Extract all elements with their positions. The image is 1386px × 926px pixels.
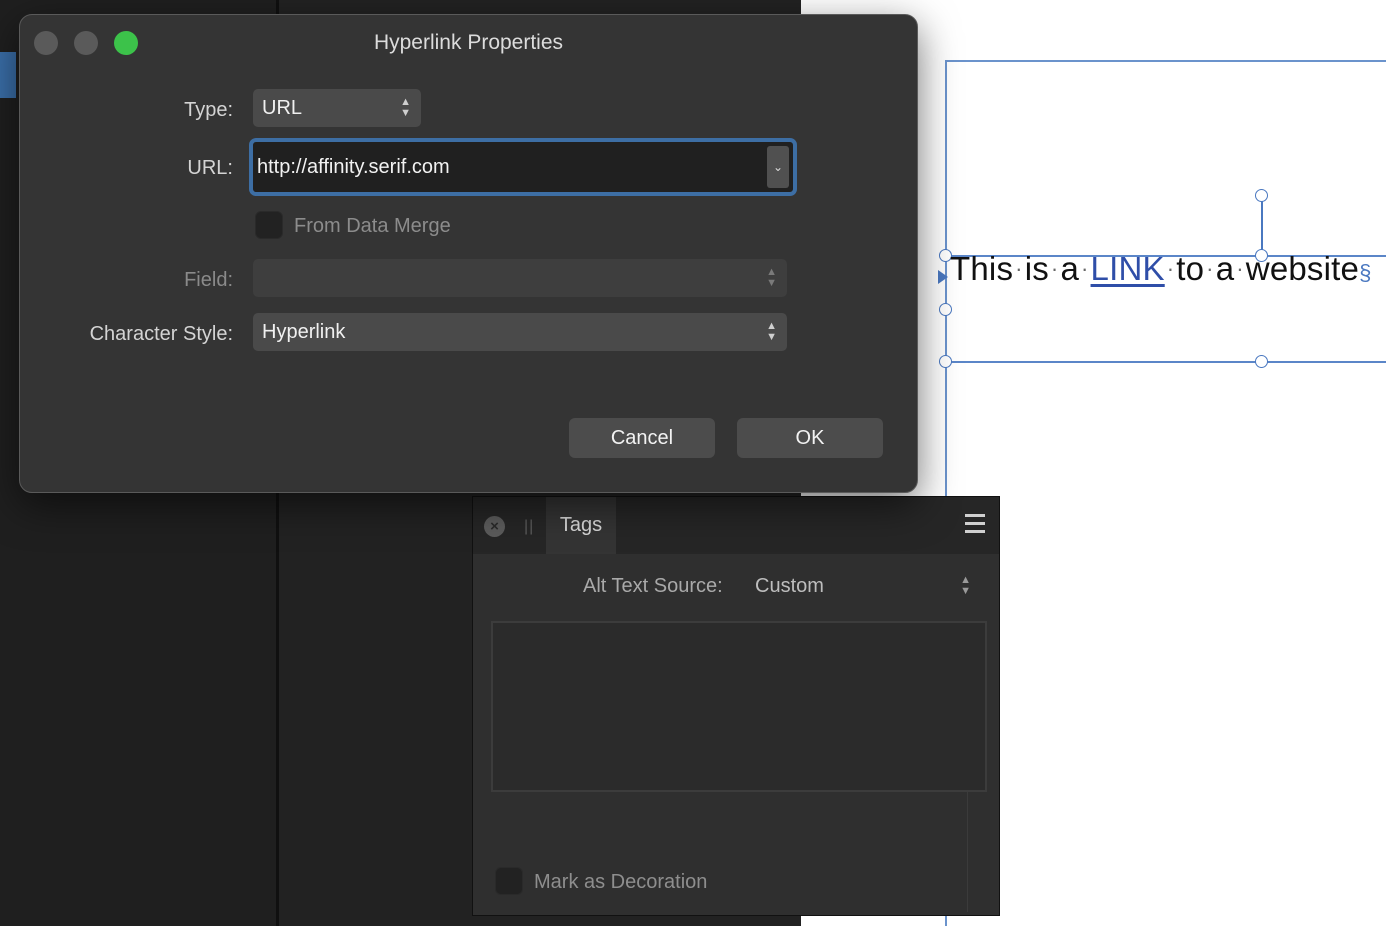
type-select[interactable]: URL ▲ ▼	[253, 89, 421, 127]
space-dot: ·	[1236, 256, 1244, 281]
tags-panel-header: × || Tags	[473, 497, 999, 554]
word: website	[1245, 250, 1360, 287]
word: a	[1215, 250, 1235, 287]
cancel-button[interactable]: Cancel	[569, 418, 715, 458]
alt-text-source-label: Alt Text Source:	[583, 575, 723, 597]
word: to	[1176, 250, 1205, 287]
updown-arrows-icon: ▲ ▼	[766, 320, 777, 343]
word: a	[1060, 250, 1080, 287]
alt-text-area[interactable]	[491, 621, 987, 792]
dialog-title: Hyperlink Properties	[373, 31, 564, 54]
ok-button[interactable]: OK	[737, 418, 883, 458]
type-label: Type:	[184, 99, 233, 121]
from-data-merge-label: From Data Merge	[294, 215, 451, 237]
space-dot: ·	[1050, 256, 1059, 281]
document-text[interactable]: This·is·a·LINK·to·a·website§	[950, 250, 1372, 288]
hyperlink-properties-dialog: Hyperlink Properties Type: URL ▲▼ URL: ⌄…	[19, 14, 918, 493]
text-flow-marker-icon	[938, 270, 948, 284]
character-style-select[interactable]: Hyperlink ▲ ▼	[253, 313, 787, 351]
selected-tool-highlight	[0, 52, 16, 98]
alt-text-source-value: Custom	[755, 575, 824, 597]
alt-text-source-select[interactable]: Custom ▲ ▼	[747, 567, 981, 605]
selection-handle-bottom-middle[interactable]	[1255, 355, 1268, 368]
url-input[interactable]	[257, 146, 765, 188]
space-dot: ·	[1081, 256, 1089, 281]
textframe-bottom-edge	[945, 361, 1386, 363]
mark-as-decoration-label: Mark as Decoration	[534, 871, 708, 893]
drag-grip-icon[interactable]: ||	[524, 518, 534, 536]
updown-arrows-icon: ▲ ▼	[766, 266, 777, 289]
updown-arrows-icon: ▲ ▼	[400, 96, 411, 119]
rotation-handle[interactable]	[1255, 189, 1268, 202]
selection-handle-bottom-left[interactable]	[939, 355, 952, 368]
mark-as-decoration-checkbox[interactable]	[495, 867, 523, 895]
hyperlink-text[interactable]: LINK	[1091, 250, 1165, 287]
tags-panel: × || Tags Alt Text Source: Custom ▲ ▼ Mar…	[472, 496, 1000, 916]
from-data-merge-checkbox[interactable]	[255, 211, 283, 239]
url-combobox: ⌄	[249, 138, 797, 196]
rotation-handle-line	[1261, 198, 1263, 254]
character-style-value: Hyperlink	[262, 320, 346, 343]
selection-handle-middle-left[interactable]	[939, 303, 952, 316]
space-dot: ·	[1206, 256, 1214, 281]
space-dot: ·	[1015, 256, 1023, 281]
updown-arrows-icon: ▲ ▼	[960, 574, 971, 597]
paragraph-mark-icon: §	[1359, 260, 1372, 285]
tab-tags[interactable]: Tags	[546, 497, 616, 554]
field-select[interactable]: ▲ ▼	[253, 259, 787, 297]
space-dot: ·	[1166, 256, 1175, 281]
url-label: URL:	[187, 157, 233, 179]
word: is	[1024, 250, 1049, 287]
close-icon[interactable]: ×	[484, 516, 505, 537]
word: This	[950, 250, 1014, 287]
panel-menu-icon[interactable]	[965, 514, 985, 538]
field-label: Field:	[184, 269, 233, 291]
panel-scroll-divider	[967, 792, 968, 912]
type-value: URL	[262, 96, 303, 119]
character-style-label: Character Style:	[89, 323, 233, 345]
chevron-down-icon[interactable]: ⌄	[767, 146, 789, 188]
page-frame	[945, 60, 1386, 926]
